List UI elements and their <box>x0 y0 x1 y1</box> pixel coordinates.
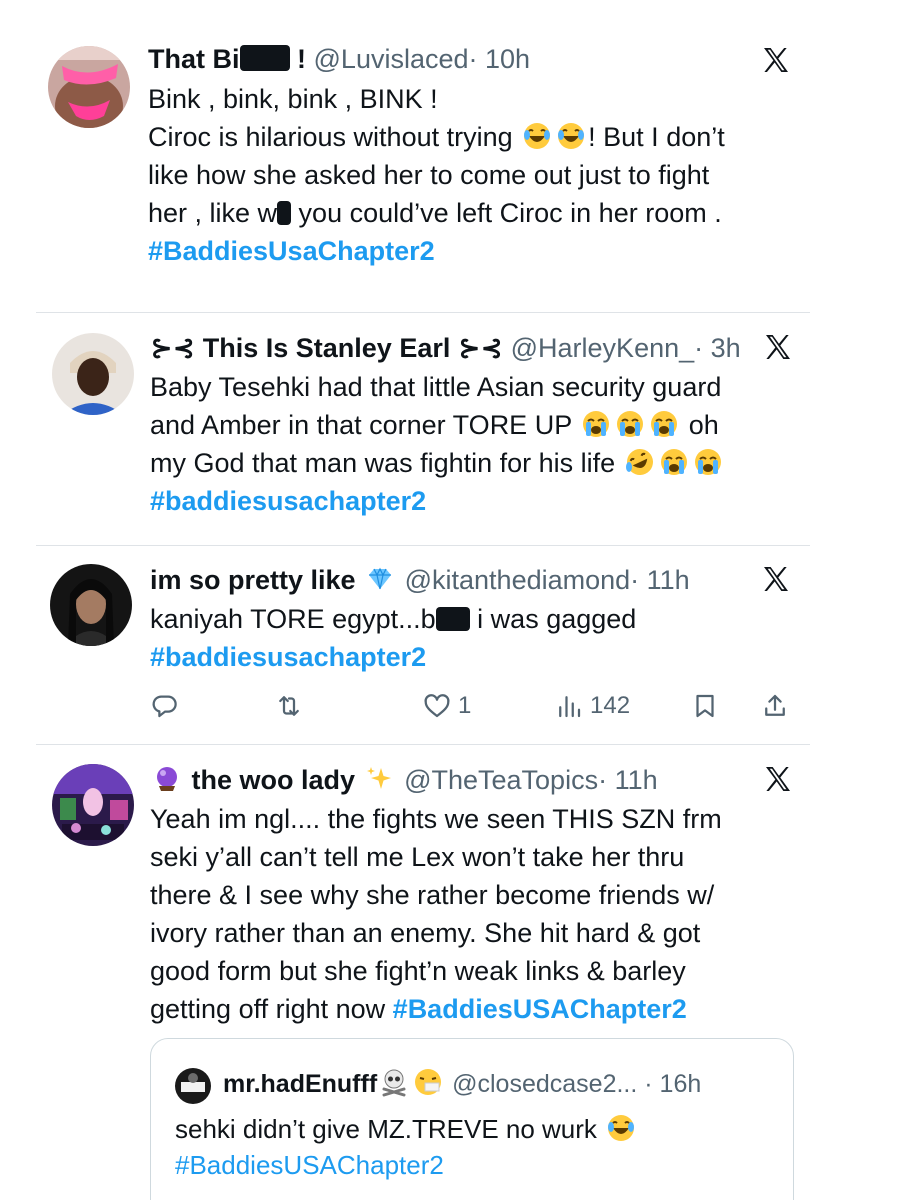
crying-emoji <box>615 409 645 439</box>
tweet-text: Yeah im ngl.... the fights we seen THIS … <box>150 804 722 1024</box>
hashtag-link[interactable]: #BaddiesUSAChapter2 <box>175 1150 444 1180</box>
avatar[interactable] <box>48 46 130 128</box>
hashtag-link[interactable]: #baddiesusachapter2 <box>150 486 426 516</box>
rofl-emoji <box>625 447 655 477</box>
sneezing-emoji <box>413 1067 443 1097</box>
quoted-text: sehki didn’t give MZ.TREVE no wurk #Badd… <box>175 1111 638 1183</box>
hashtag-link[interactable]: #baddiesusachapter2 <box>150 642 426 672</box>
quoted-display-name[interactable]: mr.hadEnufff <box>223 1067 445 1098</box>
avatar[interactable] <box>175 1068 211 1104</box>
laughing-emoji <box>522 121 552 151</box>
quoted-tweet[interactable]: mr.hadEnufff @closedcase2... · 16h sehki… <box>150 1038 794 1200</box>
crystal-ball-emoji <box>152 764 182 794</box>
divider <box>36 312 810 313</box>
crying-emoji <box>693 447 723 477</box>
reply-button[interactable] <box>150 688 180 724</box>
skull-crossbones-emoji <box>379 1067 409 1097</box>
display-name[interactable]: im so pretty like <box>150 565 397 595</box>
timestamp[interactable]: · 10h <box>469 44 531 74</box>
x-logo-icon[interactable] <box>762 331 794 363</box>
hashtag-link[interactable]: #BaddiesUsaChapter2 <box>148 236 435 266</box>
tweet-text: Bink , bink, bink , BINK ! Ciroc is hila… <box>148 84 725 266</box>
divider <box>36 545 810 546</box>
display-name[interactable]: That Bi ! <box>148 44 306 74</box>
share-icon <box>765 694 785 716</box>
retweet-icon <box>279 696 299 716</box>
gem-emoji <box>365 564 395 594</box>
quoted-handle[interactable]: @closedcase2... <box>452 1070 637 1098</box>
avatar[interactable] <box>52 333 134 415</box>
divider <box>36 744 810 745</box>
like-button[interactable]: 1 <box>422 688 471 724</box>
x-logo-icon[interactable] <box>760 563 792 595</box>
like-count: 1 <box>458 692 472 719</box>
crying-emoji <box>581 409 611 439</box>
heart-icon <box>424 694 450 718</box>
share-button[interactable] <box>760 688 790 724</box>
crying-emoji <box>659 447 689 477</box>
x-logo-icon[interactable] <box>762 763 794 795</box>
views-count: 142 <box>590 692 631 719</box>
views-icon <box>559 696 581 718</box>
avatar[interactable] <box>52 764 134 846</box>
display-name[interactable]: the woo lady <box>150 765 397 795</box>
views-button[interactable]: 142 <box>554 688 630 724</box>
retweet-button[interactable] <box>274 688 304 724</box>
quoted-timestamp[interactable]: · 16h <box>644 1070 701 1098</box>
reply-icon <box>152 695 177 718</box>
bookmark-button[interactable] <box>690 688 720 724</box>
sparkles-emoji <box>365 764 395 794</box>
handle[interactable]: @HarleyKenn_ <box>511 333 695 363</box>
display-name[interactable]: ⊱⊰ This Is Stanley Earl ⊱⊰ <box>150 333 503 363</box>
timestamp[interactable]: · 3h <box>694 333 741 363</box>
tweet-text: Baby Tesehki had that little Asian secur… <box>150 372 723 516</box>
timestamp[interactable]: · 11h <box>630 565 690 595</box>
crying-emoji <box>649 409 679 439</box>
handle[interactable]: @Luvislaced <box>314 44 469 74</box>
laughing-emoji <box>556 121 586 151</box>
timestamp[interactable]: · 11h <box>598 765 658 795</box>
hashtag-link[interactable]: #BaddiesUSAChapter2 <box>393 994 687 1024</box>
laughing-emoji <box>606 1113 636 1143</box>
handle[interactable]: @kitanthediamond <box>405 565 631 595</box>
bookmark-icon <box>696 694 714 718</box>
tweet-actions: 1 142 <box>150 688 800 728</box>
tweet-text: kaniyah TORE egypt...b i was gagged #bad… <box>150 604 637 672</box>
avatar[interactable] <box>50 564 132 646</box>
x-logo-icon[interactable] <box>760 44 792 76</box>
handle[interactable]: @TheTeaTopics <box>404 765 598 795</box>
